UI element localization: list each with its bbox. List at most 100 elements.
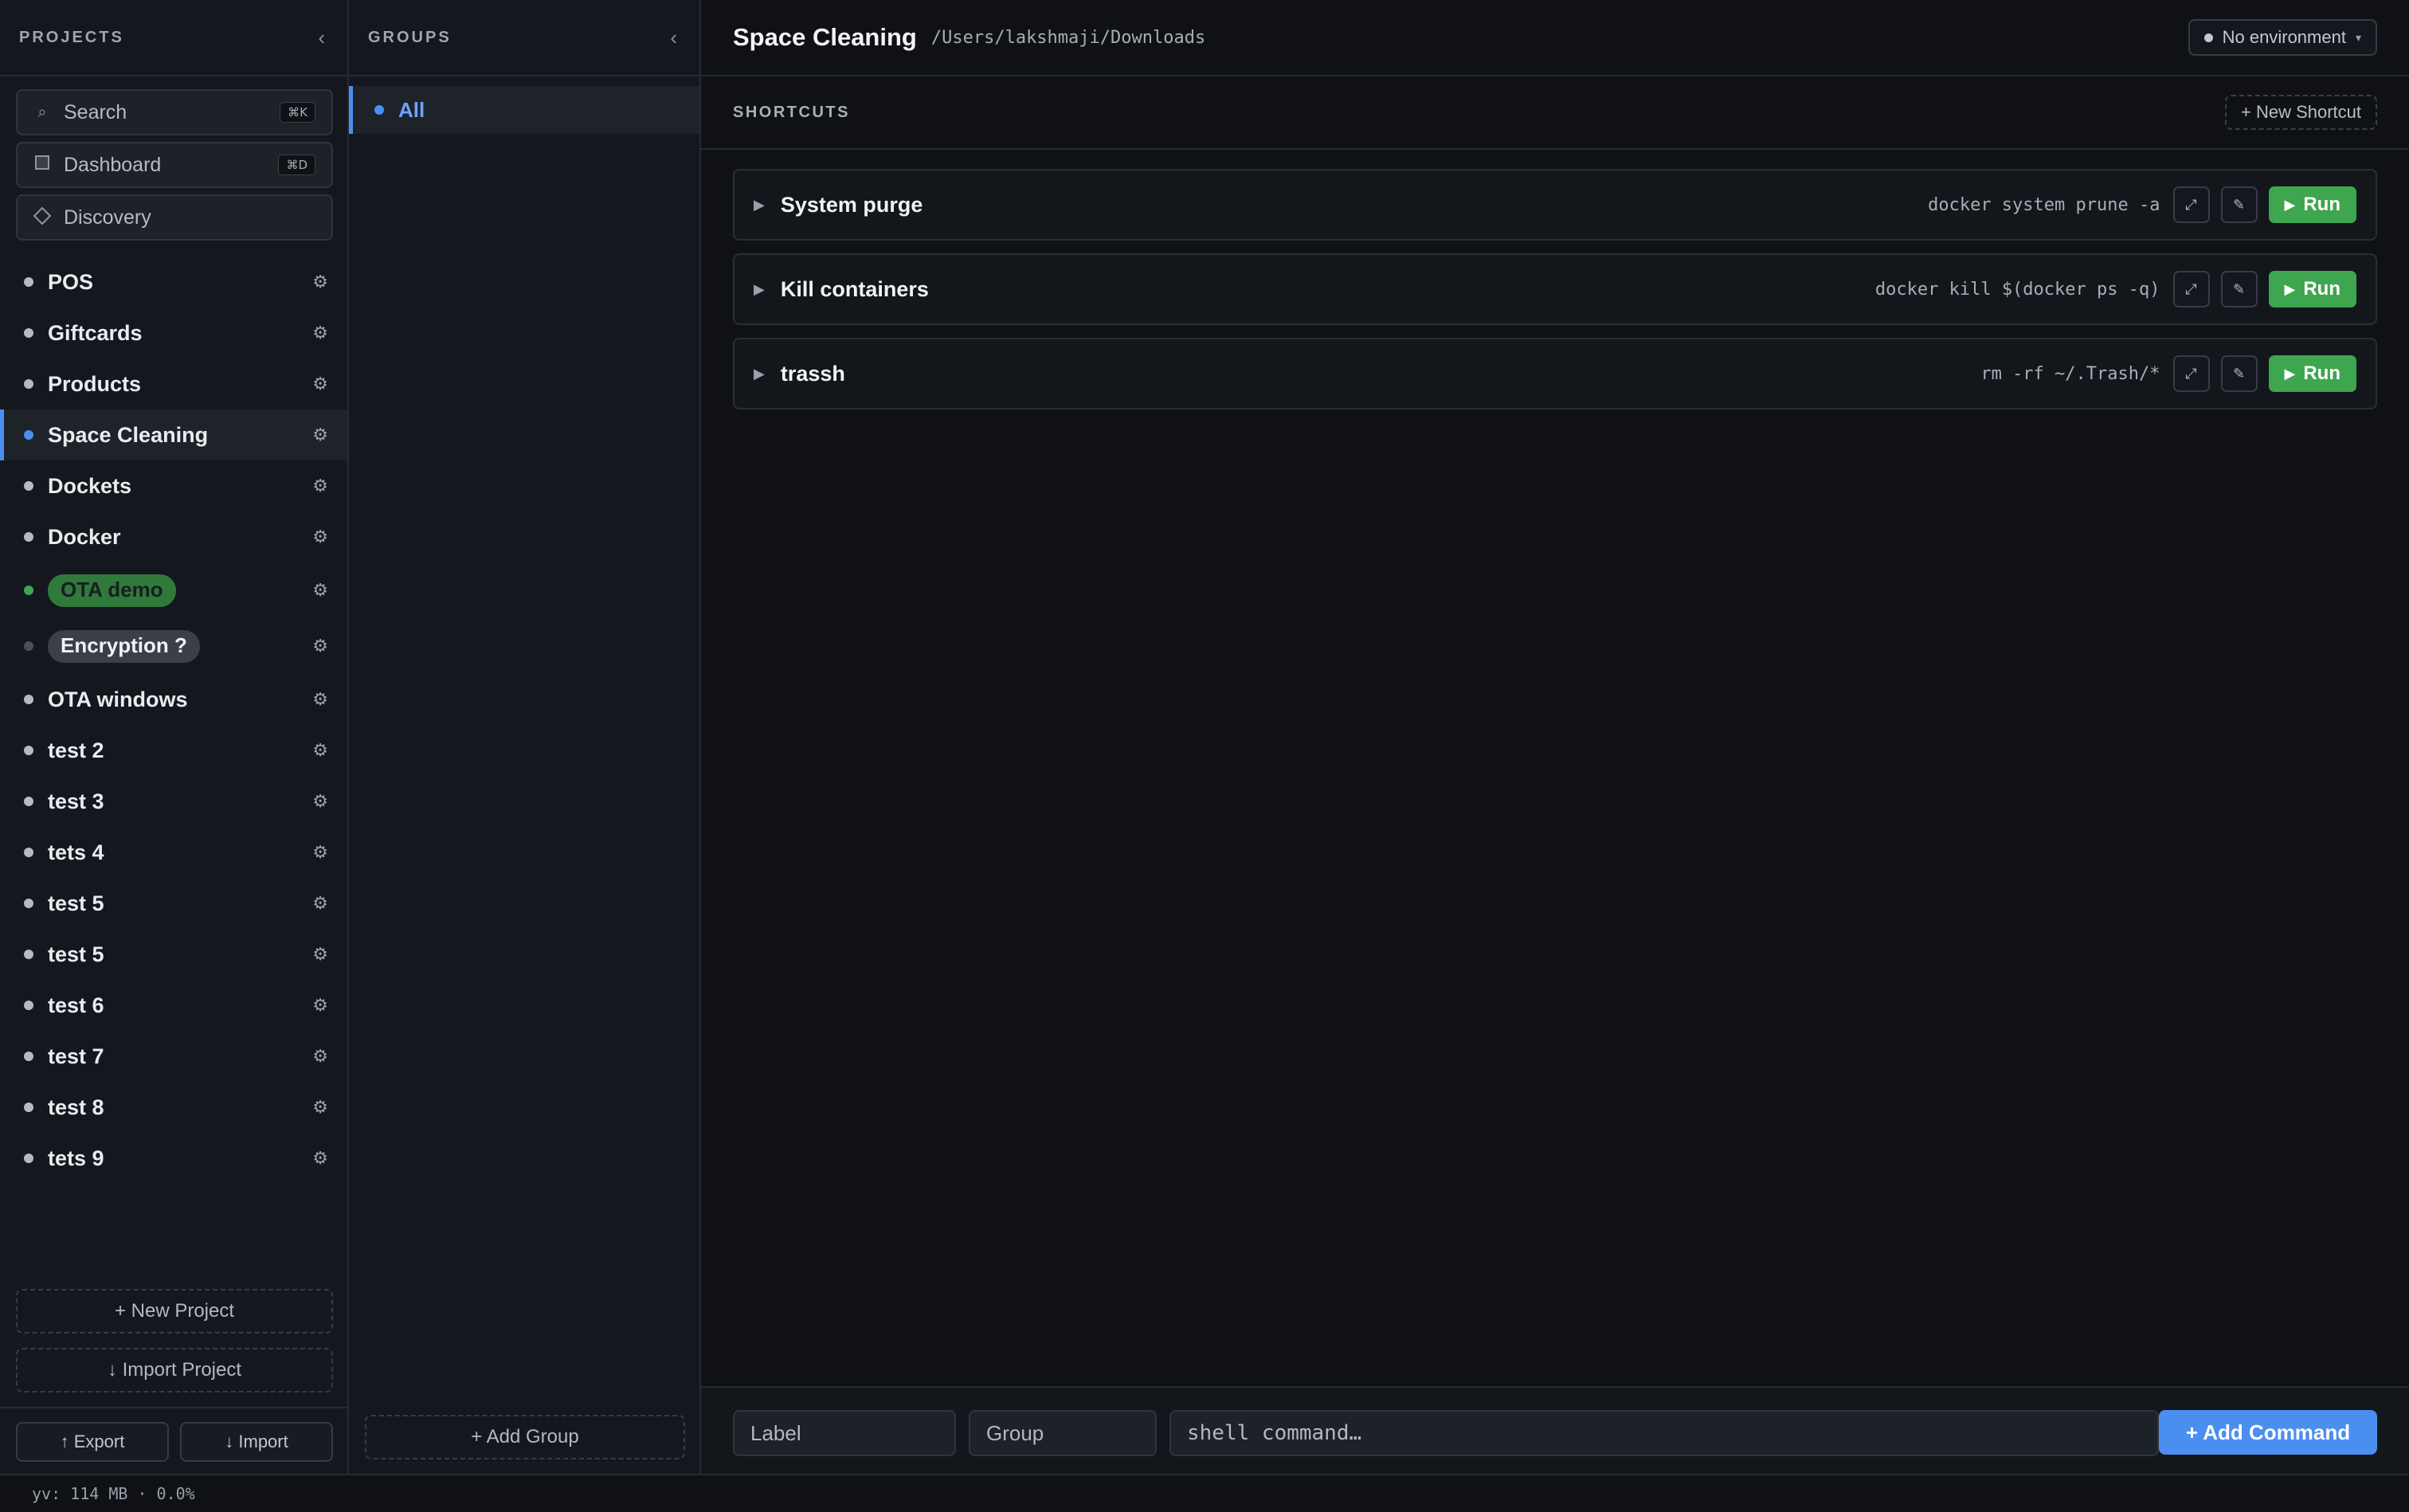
gear-icon[interactable]: ⚙ xyxy=(312,323,328,343)
status-bar: yv: 114 MB · 0.0% xyxy=(0,1474,2409,1512)
project-item[interactable]: test 7 ⚙ xyxy=(0,1031,347,1082)
gear-icon[interactable]: ⚙ xyxy=(312,374,328,394)
shortcuts-bar: SHORTCUTS + New Shortcut xyxy=(701,76,2409,150)
groups-panel: GROUPS ‹ All + Add Group xyxy=(349,0,701,1474)
shortcuts-title: SHORTCUTS xyxy=(733,103,850,121)
project-name-wrap: POS xyxy=(48,270,312,295)
project-item[interactable]: Dockets ⚙ xyxy=(0,460,347,511)
gear-icon[interactable]: ⚙ xyxy=(312,1148,328,1169)
import-project-button[interactable]: ↓ Import Project xyxy=(16,1348,333,1393)
shortcut-card: ▶ Kill containers docker kill $(docker ps … xyxy=(733,253,2377,325)
discovery-icon xyxy=(33,206,52,227)
gear-icon[interactable]: ⚙ xyxy=(312,1046,328,1067)
expand-triangle-icon[interactable]: ▶ xyxy=(754,281,765,298)
project-name: Space Cleaning xyxy=(48,422,209,447)
collapse-projects-icon[interactable]: ‹ xyxy=(318,27,325,48)
project-name: test 8 xyxy=(48,1095,104,1119)
project-name-wrap: OTA demo xyxy=(48,574,312,607)
gear-icon[interactable]: ⚙ xyxy=(312,740,328,761)
page-title: Space Cleaning xyxy=(733,23,917,51)
shortcut-card: ▶ System purge docker system prune -a ⤢ ✎ ▶ Ru… xyxy=(733,169,2377,241)
edit-icon[interactable]: ✎ xyxy=(2220,186,2258,223)
label-input[interactable] xyxy=(733,1410,956,1456)
discovery-button[interactable]: Discovery xyxy=(16,194,333,241)
project-item[interactable]: test 2 ⚙ xyxy=(0,725,347,776)
run-button[interactable]: ▶ Run xyxy=(2268,186,2356,223)
run-label: Run xyxy=(2303,194,2340,215)
gear-icon[interactable]: ⚙ xyxy=(312,893,328,914)
collapse-groups-icon[interactable]: ‹ xyxy=(670,27,677,48)
gear-icon[interactable]: ⚙ xyxy=(312,944,328,965)
group-name: All xyxy=(398,97,425,122)
project-item[interactable]: Encryption ? ⚙ xyxy=(0,618,347,674)
project-item[interactable]: Giftcards ⚙ xyxy=(0,307,347,358)
project-dot-icon xyxy=(24,532,33,542)
project-item[interactable]: Docker ⚙ xyxy=(0,511,347,562)
dashboard-button[interactable]: Dashboard ⌘D xyxy=(16,142,333,188)
shortcut-name: System purge xyxy=(780,192,923,217)
shortcut-name: trassh xyxy=(780,361,845,386)
project-item[interactable]: test 5 ⚙ xyxy=(0,878,347,929)
projects-sidebar: PROJECTS ‹ ⌕ Search ⌘K Dashboard ⌘D Disc… xyxy=(0,0,349,1474)
project-item[interactable]: POS ⚙ xyxy=(0,257,347,307)
gear-icon[interactable]: ⚙ xyxy=(312,995,328,1016)
environment-select[interactable]: No environment ▾ xyxy=(2188,19,2377,56)
project-name-wrap: test 7 xyxy=(48,1044,312,1069)
project-dot-icon xyxy=(24,950,33,959)
gear-icon[interactable]: ⚙ xyxy=(312,1097,328,1118)
add-group-button[interactable]: + Add Group xyxy=(365,1415,685,1459)
gear-icon[interactable]: ⚙ xyxy=(312,580,328,601)
project-name: tets 9 xyxy=(48,1146,104,1170)
shortcut-name: Kill containers xyxy=(780,276,929,301)
expand-icon[interactable]: ⤢ xyxy=(2172,355,2210,392)
new-shortcut-button[interactable]: + New Shortcut xyxy=(2224,95,2377,130)
project-item[interactable]: Space Cleaning ⚙ xyxy=(0,409,347,460)
project-name: test 3 xyxy=(48,789,104,813)
gear-icon[interactable]: ⚙ xyxy=(312,272,328,292)
expand-icon[interactable]: ⤢ xyxy=(2172,186,2210,223)
project-item[interactable]: test 6 ⚙ xyxy=(0,980,347,1031)
shortcut-command: rm -rf ~/.Trash/* xyxy=(1980,363,2160,384)
import-button[interactable]: ↓ Import xyxy=(180,1422,333,1462)
edit-icon[interactable]: ✎ xyxy=(2220,355,2258,392)
play-icon: ▶ xyxy=(2284,196,2296,213)
new-project-button[interactable]: + New Project xyxy=(16,1289,333,1334)
project-item[interactable]: tets 9 ⚙ xyxy=(0,1133,347,1184)
group-input[interactable] xyxy=(969,1410,1157,1456)
search-label: Search xyxy=(64,100,127,123)
project-name: Giftcards xyxy=(48,320,143,345)
main-header: Space Cleaning /Users/lakshmaji/Download… xyxy=(701,0,2409,76)
project-dot-icon xyxy=(24,695,33,704)
project-dot-icon xyxy=(24,1052,33,1061)
export-button[interactable]: ↑ Export xyxy=(16,1422,169,1462)
shell-command-input[interactable] xyxy=(1169,1410,2159,1456)
project-name-wrap: test 6 xyxy=(48,993,312,1018)
gear-icon[interactable]: ⚙ xyxy=(312,689,328,710)
gear-icon[interactable]: ⚙ xyxy=(312,476,328,496)
project-name-wrap: test 5 xyxy=(48,891,312,916)
project-item[interactable]: OTA windows ⚙ xyxy=(0,674,347,725)
project-name: test 6 xyxy=(48,993,104,1017)
group-item-all[interactable]: All xyxy=(349,86,699,134)
gear-icon[interactable]: ⚙ xyxy=(312,791,328,812)
run-button[interactable]: ▶ Run xyxy=(2268,355,2356,392)
project-item[interactable]: Products ⚙ xyxy=(0,358,347,409)
search-button[interactable]: ⌕ Search ⌘K xyxy=(16,89,333,135)
edit-icon[interactable]: ✎ xyxy=(2220,271,2258,307)
expand-triangle-icon[interactable]: ▶ xyxy=(754,366,765,382)
project-item[interactable]: test 8 ⚙ xyxy=(0,1082,347,1133)
gear-icon[interactable]: ⚙ xyxy=(312,425,328,445)
add-command-button[interactable]: + Add Command xyxy=(2159,1410,2377,1455)
expand-icon[interactable]: ⤢ xyxy=(2172,271,2210,307)
gear-icon[interactable]: ⚙ xyxy=(312,636,328,656)
project-name-wrap: test 8 xyxy=(48,1095,312,1120)
gear-icon[interactable]: ⚙ xyxy=(312,527,328,547)
project-item[interactable]: test 3 ⚙ xyxy=(0,776,347,827)
expand-triangle-icon[interactable]: ▶ xyxy=(754,197,765,213)
run-label: Run xyxy=(2303,278,2340,300)
project-item[interactable]: test 5 ⚙ xyxy=(0,929,347,980)
project-item[interactable]: tets 4 ⚙ xyxy=(0,827,347,878)
project-item[interactable]: OTA demo ⚙ xyxy=(0,562,347,618)
run-button[interactable]: ▶ Run xyxy=(2268,271,2356,307)
gear-icon[interactable]: ⚙ xyxy=(312,842,328,863)
